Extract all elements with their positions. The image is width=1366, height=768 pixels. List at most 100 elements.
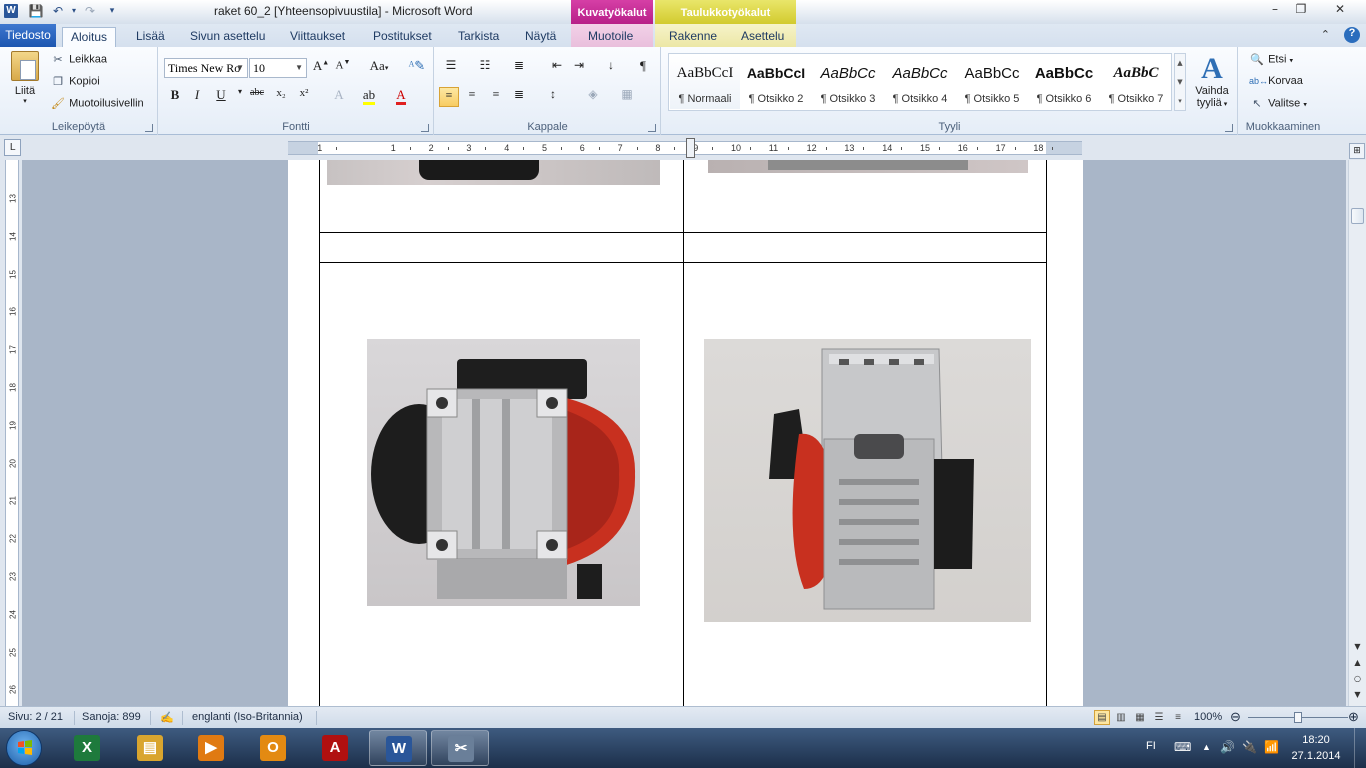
engine-photo-right[interactable] — [704, 339, 1031, 622]
style-heading-6[interactable]: AaBbCc ¶ Otsikko 6 — [1029, 55, 1099, 109]
shading-icon[interactable]: ◈ — [583, 87, 603, 107]
strikethrough-button[interactable]: abc — [247, 87, 267, 107]
font-size-combo[interactable]: 10 ▼ — [249, 58, 307, 78]
taskbar-acrobat[interactable]: A — [306, 730, 364, 766]
document-page[interactable] — [288, 160, 1083, 706]
keyboard-icon[interactable]: ⌨ — [1174, 740, 1191, 754]
grow-font-button[interactable]: A▲ — [311, 58, 331, 78]
highlight-button[interactable]: ab — [359, 87, 379, 107]
decrease-indent-icon[interactable]: ⇤ — [547, 58, 567, 78]
scrollbar-thumb[interactable] — [1351, 208, 1364, 224]
zoom-out-button[interactable]: ⊖ — [1230, 709, 1241, 725]
outline-view-icon[interactable]: ☰ — [1151, 710, 1167, 725]
align-right-icon[interactable]: ≡ — [486, 87, 506, 107]
browse-object-button[interactable]: ○ — [1349, 672, 1366, 686]
proofing-icon[interactable]: ✍ — [160, 711, 174, 724]
align-center-icon[interactable]: ≡ — [462, 87, 482, 107]
show-formatting-button[interactable]: ¶ — [633, 58, 653, 78]
language-indicator[interactable]: englanti (Iso-Britannia) — [192, 711, 303, 723]
bullets-icon[interactable]: ☰ — [441, 58, 461, 78]
underline-button[interactable]: U — [211, 87, 231, 107]
sort-icon[interactable]: ↓ — [601, 58, 621, 78]
undo-icon[interactable]: ↶ — [50, 3, 66, 19]
style-heading-5[interactable]: AaBbCc ¶ Otsikko 5 — [957, 55, 1027, 109]
numbering-icon[interactable]: ☷ — [475, 58, 495, 78]
minimize-button[interactable]: – — [1262, 0, 1288, 18]
word-app-icon[interactable]: W — [4, 4, 18, 18]
undo-dropdown-icon[interactable]: ▾ — [66, 3, 82, 19]
line-spacing-icon[interactable]: ↕ — [543, 87, 563, 107]
change-case-button[interactable]: Aa▾ — [365, 58, 393, 78]
scroll-down-button[interactable]: ▼ — [1349, 640, 1366, 654]
engine-photo-left[interactable] — [367, 339, 640, 606]
zoom-in-button[interactable]: ⊕ — [1348, 709, 1359, 725]
select-button[interactable]: ↖ Valitse ▾ — [1249, 97, 1306, 110]
copy-button[interactable]: ❐ Kopioi — [50, 75, 100, 88]
borders-icon[interactable]: ▦ — [617, 87, 637, 107]
clear-formatting-icon[interactable]: ᴬ✎ — [407, 58, 427, 78]
paste-button[interactable]: Liitä ▾ — [6, 51, 44, 115]
paragraph-dialog-launcher[interactable] — [648, 124, 656, 132]
vertical-ruler[interactable]: 13 14 15 16 17 18 19 20 21 22 23 24 25 26 — [5, 160, 19, 706]
document-area[interactable] — [22, 160, 1346, 706]
web-layout-icon[interactable]: ▦ — [1132, 710, 1148, 725]
style-heading-2[interactable]: AaBbCcI ¶ Otsikko 2 — [741, 55, 811, 109]
style-heading-4[interactable]: AaBbCc ¶ Otsikko 4 — [885, 55, 955, 109]
clipboard-dialog-launcher[interactable] — [145, 124, 153, 132]
tab-insert[interactable]: Lisää — [128, 27, 173, 47]
tab-selector-button[interactable]: L — [4, 139, 21, 156]
tab-mailings[interactable]: Postitukset — [365, 27, 440, 47]
format-painter-button[interactable]: 🖌 Muotoilusivellin — [50, 97, 144, 110]
tab-view[interactable]: Näytä — [517, 27, 564, 47]
superscript-button[interactable]: x² — [294, 87, 314, 107]
cut-button[interactable]: ✂ Leikkaa — [50, 53, 107, 66]
clock-time[interactable]: 18:20 — [1286, 734, 1346, 746]
close-button[interactable]: ✕ — [1318, 0, 1362, 18]
style-heading-7[interactable]: AaBbC ¶ Otsikko 7 — [1101, 55, 1171, 109]
tab-layout[interactable]: Asettelu — [733, 27, 792, 47]
font-name-combo[interactable]: Times New Ro ▼ — [164, 58, 248, 78]
minimize-ribbon-icon[interactable]: ⌃ — [1321, 28, 1330, 41]
customize-qat-icon[interactable]: ▾ — [104, 3, 120, 19]
draft-view-icon[interactable]: ≡ — [1170, 710, 1186, 725]
shrink-font-button[interactable]: A▼ — [333, 58, 353, 78]
align-left-icon[interactable]: ≡ — [439, 87, 459, 107]
save-icon[interactable]: 💾 — [28, 3, 44, 19]
styles-dialog-launcher[interactable] — [1225, 124, 1233, 132]
tab-design[interactable]: Rakenne — [661, 27, 725, 47]
style-normal[interactable]: AaBbCcI ¶ Normaali — [670, 55, 740, 109]
taskbar-outlook[interactable]: O — [244, 730, 302, 766]
engine-photo-top-left[interactable] — [327, 160, 660, 185]
font-dialog-launcher[interactable] — [421, 124, 429, 132]
bold-button[interactable]: B — [165, 87, 185, 107]
multilevel-list-icon[interactable]: ≣ — [509, 58, 529, 78]
clock-date[interactable]: 27.1.2014 — [1286, 750, 1346, 762]
zoom-slider-thumb[interactable] — [1294, 712, 1302, 723]
taskbar-explorer[interactable]: ▤ — [121, 730, 179, 766]
redo-icon[interactable]: ↷ — [82, 3, 98, 19]
volume-icon[interactable]: 🔊 — [1220, 740, 1235, 754]
tab-format[interactable]: Muotoile — [580, 27, 641, 47]
taskbar-word[interactable]: W — [369, 730, 427, 766]
taskbar-excel[interactable]: X — [58, 730, 116, 766]
replace-button[interactable]: ab↔ Korvaa — [1249, 75, 1303, 87]
power-icon[interactable]: 🔌 — [1242, 740, 1257, 754]
tab-references[interactable]: Viittaukset — [282, 27, 353, 47]
page-indicator[interactable]: Sivu: 2 / 21 — [8, 711, 63, 723]
tab-page-layout[interactable]: Sivun asettelu — [182, 27, 273, 47]
help-icon[interactable]: ? — [1344, 27, 1360, 43]
next-page-button[interactable]: ▼ — [1349, 688, 1366, 702]
column-marker[interactable] — [686, 138, 695, 158]
word-count[interactable]: Sanoja: 899 — [82, 711, 141, 723]
tab-home[interactable]: Aloitus — [62, 27, 117, 47]
tab-review[interactable]: Tarkista — [450, 27, 507, 47]
show-hidden-icons-icon[interactable]: ▲ — [1202, 742, 1211, 752]
justify-icon[interactable]: ≣ — [509, 87, 529, 107]
italic-button[interactable]: I — [187, 87, 207, 107]
maximize-button[interactable]: ❐ — [1288, 0, 1314, 18]
taskbar-snipping-tool[interactable]: ✂ — [431, 730, 489, 766]
increase-indent-icon[interactable]: ⇥ — [569, 58, 589, 78]
show-desktop-button[interactable] — [1354, 728, 1366, 768]
change-styles-button[interactable]: A Vaihda tyyliä ▾ — [1190, 53, 1234, 110]
previous-page-button[interactable]: ▲ — [1349, 656, 1366, 670]
